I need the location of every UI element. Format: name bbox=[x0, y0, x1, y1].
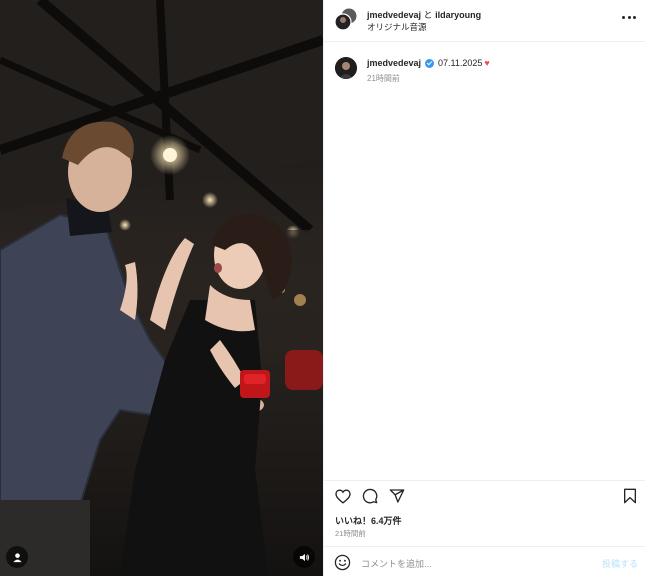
author-joiner: と bbox=[423, 10, 433, 20]
emoji-icon[interactable] bbox=[334, 554, 351, 571]
collab-avatar[interactable] bbox=[334, 7, 358, 31]
audio-link[interactable]: オリジナル音源 bbox=[367, 21, 427, 33]
comment-icon bbox=[362, 488, 378, 504]
like-icon bbox=[335, 488, 351, 504]
caption-avatar-image bbox=[335, 57, 357, 79]
comment-bar: コメントを追加... 投稿する bbox=[324, 546, 645, 576]
user-tag-icon bbox=[12, 552, 22, 562]
author-username-2[interactable]: ildaryoung bbox=[435, 10, 481, 20]
user-tag-button[interactable] bbox=[6, 546, 28, 568]
post-actions: いいね！6.4万件 21時間前 bbox=[324, 480, 645, 546]
save-button[interactable] bbox=[621, 487, 639, 505]
caption-area: jmedvedevaj 07.11.2025 ♥ 21時間前 bbox=[324, 42, 645, 482]
post-comment-button[interactable]: 投稿する bbox=[602, 557, 638, 570]
caption-text: 07.11.2025 bbox=[438, 58, 483, 68]
caption-username[interactable]: jmedvedevaj bbox=[367, 58, 421, 68]
post-time[interactable]: 21時間前 bbox=[335, 528, 366, 539]
post-header: jmedvedevaj と ildaryoung オリジナル音源 bbox=[324, 0, 645, 42]
heart-emoji: ♥ bbox=[484, 58, 490, 68]
comment-input[interactable]: コメントを追加... bbox=[361, 557, 432, 570]
speaker-icon bbox=[299, 553, 309, 561]
collab-avatar-image bbox=[334, 7, 358, 31]
caption-avatar[interactable] bbox=[335, 57, 357, 79]
more-icon[interactable] bbox=[622, 12, 636, 22]
share-button[interactable] bbox=[388, 487, 406, 505]
post-sidebar: jmedvedevaj と ildaryoung オリジナル音源 jmedved… bbox=[323, 0, 645, 576]
caption-line: jmedvedevaj 07.11.2025 ♥ bbox=[367, 58, 490, 68]
save-icon bbox=[624, 488, 636, 504]
like-button[interactable] bbox=[334, 487, 352, 505]
post-photo bbox=[0, 0, 323, 576]
caption-time[interactable]: 21時間前 bbox=[367, 73, 400, 84]
share-icon bbox=[389, 489, 405, 503]
author-username-1[interactable]: jmedvedevaj bbox=[367, 10, 421, 20]
post-media[interactable] bbox=[0, 0, 323, 576]
post-authors: jmedvedevaj と ildaryoung bbox=[367, 8, 481, 21]
mute-button[interactable] bbox=[293, 546, 315, 568]
comment-button[interactable] bbox=[361, 487, 379, 505]
likes-count[interactable]: いいね！6.4万件 bbox=[335, 514, 402, 527]
action-icons bbox=[334, 487, 406, 505]
verified-icon bbox=[425, 58, 435, 68]
